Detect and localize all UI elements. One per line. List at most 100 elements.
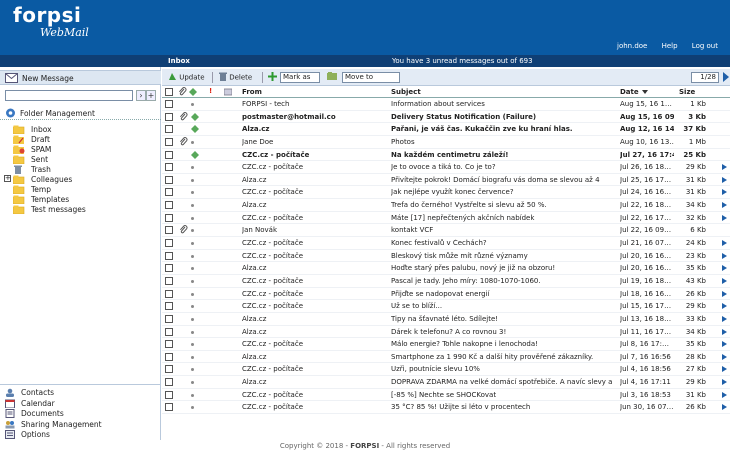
nav-item-options[interactable]: Options: [0, 429, 161, 440]
size-column-header[interactable]: Size: [679, 88, 695, 96]
message-row[interactable]: CZC.cz - počítače 35 °C? 85 %! Užijte si …: [162, 401, 730, 415]
message-checkbox[interactable]: [165, 175, 173, 184]
logout-link[interactable]: Log out: [692, 42, 718, 50]
expand-arrow-icon[interactable]: [722, 176, 727, 183]
date-column-header[interactable]: Date: [620, 88, 648, 96]
page-indicator[interactable]: 1/28: [691, 72, 719, 83]
message-checkbox[interactable]: [165, 264, 173, 273]
folder-item[interactable]: + Colleagues: [0, 174, 161, 185]
expand-arrow-icon[interactable]: [722, 366, 727, 373]
message-row[interactable]: Alza.cz Trefa do černého! Vystřelte si sl…: [162, 199, 730, 212]
expand-arrow-icon[interactable]: [722, 164, 727, 171]
message-checkbox[interactable]: [165, 100, 173, 108]
expand-arrow-icon[interactable]: [722, 189, 727, 196]
message-checkbox[interactable]: [165, 137, 173, 146]
expand-arrow-icon[interactable]: [722, 391, 727, 398]
message-row[interactable]: Alza.cz Přivítejte pokrok! Domácí biograf…: [162, 174, 730, 187]
folder-item[interactable]: SPAM: [0, 144, 161, 154]
message-row[interactable]: CZC.cz - počítače Jak nejlépe využít kone…: [162, 186, 730, 200]
username-link[interactable]: john.doe: [617, 42, 647, 50]
message-checkbox[interactable]: [165, 302, 173, 311]
message-row[interactable]: Alza.cz Hoďte starý přes palubu, nový je …: [162, 262, 730, 275]
message-row[interactable]: Jane Doe Photos Aug 10, 16 13… 1 Mb: [162, 136, 730, 149]
folder-search-input[interactable]: [5, 90, 133, 101]
message-row[interactable]: CZC.cz - počítače [-85 %] Nechte se SHOCK…: [162, 389, 730, 402]
help-link[interactable]: Help: [662, 42, 678, 50]
search-add-icon[interactable]: +: [146, 90, 156, 101]
message-checkbox[interactable]: [165, 188, 173, 197]
message-checkbox[interactable]: [165, 150, 173, 159]
message-row[interactable]: postmaster@hotmail.co Delivery Status Not…: [162, 111, 730, 124]
message-checkbox[interactable]: [165, 403, 173, 412]
message-row[interactable]: CZC.cz - počítače Na každém centimetru zá…: [162, 149, 730, 162]
delete-button[interactable]: Delete: [219, 72, 252, 83]
message-row[interactable]: CZC.cz - počítače Konec festivalů v Čechá…: [162, 237, 730, 250]
message-row[interactable]: Alza.cz Pařani, je váš čas. Kukaččin zve …: [162, 123, 730, 136]
folder-item[interactable]: Test messages: [0, 204, 161, 215]
message-row[interactable]: CZC.cz - počítače Přijďte se nadopovat en…: [162, 288, 730, 301]
message-checkbox[interactable]: [165, 378, 173, 387]
message-checkbox[interactable]: [165, 365, 173, 374]
folder-item[interactable]: Sent: [0, 154, 161, 165]
message-row[interactable]: CZC.cz - počítače Máte [17] nepřečtených …: [162, 212, 730, 225]
expand-arrow-icon[interactable]: [722, 341, 727, 348]
message-row[interactable]: FORPSI - tech Information about services A…: [162, 98, 730, 111]
expand-arrow-icon[interactable]: [722, 303, 727, 310]
message-checkbox[interactable]: [165, 289, 173, 298]
nav-item-sharing-management[interactable]: Sharing Management: [0, 419, 161, 430]
expand-arrow-icon[interactable]: [722, 328, 727, 335]
folder-management-link[interactable]: Folder Management: [0, 106, 161, 120]
folder-item[interactable]: Trash: [0, 164, 161, 174]
expand-arrow-icon[interactable]: [722, 290, 727, 297]
message-checkbox[interactable]: [165, 352, 173, 361]
message-row[interactable]: Alza.cz DOPRAVA ZDARMA na velké domácí sp…: [162, 376, 730, 389]
message-checkbox[interactable]: [165, 239, 173, 248]
message-checkbox[interactable]: [165, 314, 173, 323]
message-row[interactable]: Alza.cz Dárek k telefonu? A co rovnou 3! J…: [162, 326, 730, 339]
message-row[interactable]: CZC.cz - počítače Je to ovoce a tiká to. …: [162, 161, 730, 174]
message-row[interactable]: CZC.cz - počítače Už se to blíží... Jul 15…: [162, 300, 730, 313]
message-row[interactable]: Alza.cz Tipy na šťavnaté léto. Sdílejte! J…: [162, 313, 730, 326]
expand-arrow-icon[interactable]: [722, 252, 727, 259]
next-page-icon[interactable]: [723, 72, 729, 82]
message-row[interactable]: CZC.cz - počítače Uzři, poutnície slevu 1…: [162, 363, 730, 377]
mark-as-select[interactable]: Mark as: [280, 72, 320, 83]
folder-item[interactable]: Inbox: [0, 124, 161, 135]
update-button[interactable]: Update: [168, 72, 205, 83]
expand-arrow-icon[interactable]: [722, 240, 727, 247]
nav-item-contacts[interactable]: Contacts: [0, 387, 161, 398]
folder-item[interactable]: Templates: [0, 194, 161, 205]
expand-arrow-icon[interactable]: [722, 404, 727, 411]
message-checkbox[interactable]: [165, 163, 173, 172]
message-row[interactable]: Alza.cz Smartphone za 1 990 Kč a další hi…: [162, 351, 730, 364]
message-checkbox[interactable]: [165, 390, 173, 399]
message-checkbox[interactable]: [165, 276, 173, 285]
nav-item-calendar[interactable]: Calendar: [0, 398, 161, 408]
nav-item-documents[interactable]: Documents: [0, 408, 161, 419]
folder-item[interactable]: Draft: [0, 134, 161, 144]
new-message-button[interactable]: New Message: [0, 70, 161, 85]
message-checkbox[interactable]: [165, 201, 173, 210]
expand-toggle-icon[interactable]: +: [4, 175, 11, 182]
message-row[interactable]: Jan Novák kontakt VCF Jul 22, 16 09… 6 Kb: [162, 224, 730, 238]
flag-column-icon[interactable]: [224, 88, 232, 98]
expand-arrow-icon[interactable]: [722, 315, 727, 322]
expand-arrow-icon[interactable]: [722, 379, 727, 386]
expand-arrow-icon[interactable]: [722, 202, 727, 209]
message-checkbox[interactable]: [165, 251, 173, 260]
expand-arrow-icon[interactable]: [722, 214, 727, 221]
from-column-header[interactable]: From: [242, 88, 262, 96]
message-checkbox[interactable]: [165, 125, 173, 134]
search-prev-icon[interactable]: ›: [136, 90, 146, 101]
move-to-select[interactable]: Move to: [342, 72, 400, 83]
priority-column-icon[interactable]: !: [209, 87, 212, 95]
message-row[interactable]: CZC.cz - počítače Bleskový tisk může mít …: [162, 250, 730, 263]
message-row[interactable]: CZC.cz - počítače Pascal je tady. Jeho mí…: [162, 275, 730, 288]
select-all-checkbox[interactable]: [165, 88, 173, 96]
status-column-icon[interactable]: [189, 88, 197, 98]
folder-item[interactable]: Temp: [0, 184, 161, 195]
expand-arrow-icon[interactable]: [722, 353, 727, 360]
message-checkbox[interactable]: [165, 340, 173, 349]
message-checkbox[interactable]: [165, 327, 173, 336]
expand-arrow-icon[interactable]: [722, 277, 727, 284]
